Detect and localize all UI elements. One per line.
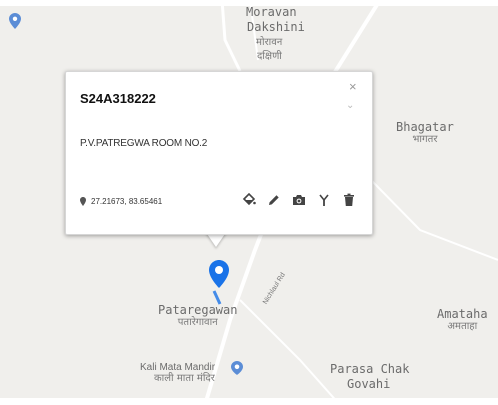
map-marker-icon[interactable] [208, 258, 230, 306]
pencil-icon[interactable] [266, 192, 282, 208]
corner-poi-icon[interactable] [9, 13, 21, 29]
place-dakshini-hindi: दक्षिणी [257, 51, 282, 62]
place-pataregawan: Pataregawan पतारेगावान [158, 303, 238, 329]
close-icon[interactable]: × [349, 80, 357, 93]
camera-icon[interactable] [291, 192, 307, 208]
road-east [370, 179, 498, 261]
popup-actions [241, 192, 357, 208]
road-upper [220, 0, 242, 72]
place-govahi: Govahi [347, 377, 391, 391]
place-dakshini: Dakshini [247, 20, 305, 34]
popup-address: P.V.PATREGWA ROOM NO.2 [80, 138, 208, 149]
trash-icon[interactable] [341, 192, 357, 208]
place-moravan-hindi: मोरावन [256, 37, 283, 48]
antenna-icon[interactable] [316, 192, 332, 208]
place-amataha: Amataha अमताहा [437, 307, 488, 333]
bottom-border [0, 398, 498, 405]
location-pin-icon [80, 197, 86, 206]
popup-coordinates: 27.21673, 83.65461 [80, 197, 162, 206]
road-south [239, 299, 341, 405]
place-kali-mata-mandir: Kali Mata Mandir काली माता मंदिर [140, 362, 216, 384]
scroll-chevron-icon[interactable]: ⌄ [346, 100, 354, 111]
popup-title: S24A318222 [80, 91, 156, 106]
place-parasa-chak: Parasa Chak [330, 362, 410, 376]
place-moravan: Moravan [246, 5, 297, 19]
paint-bucket-icon[interactable] [241, 192, 257, 208]
coordinates-text: 27.21673, 83.65461 [91, 197, 163, 206]
info-popup: S24A318222 × ⌄ P.V.PATREGWA ROOM NO.2 27… [65, 71, 373, 235]
place-bhagatar: Bhagatar भागतर [396, 120, 454, 146]
temple-poi-icon[interactable] [231, 361, 243, 375]
